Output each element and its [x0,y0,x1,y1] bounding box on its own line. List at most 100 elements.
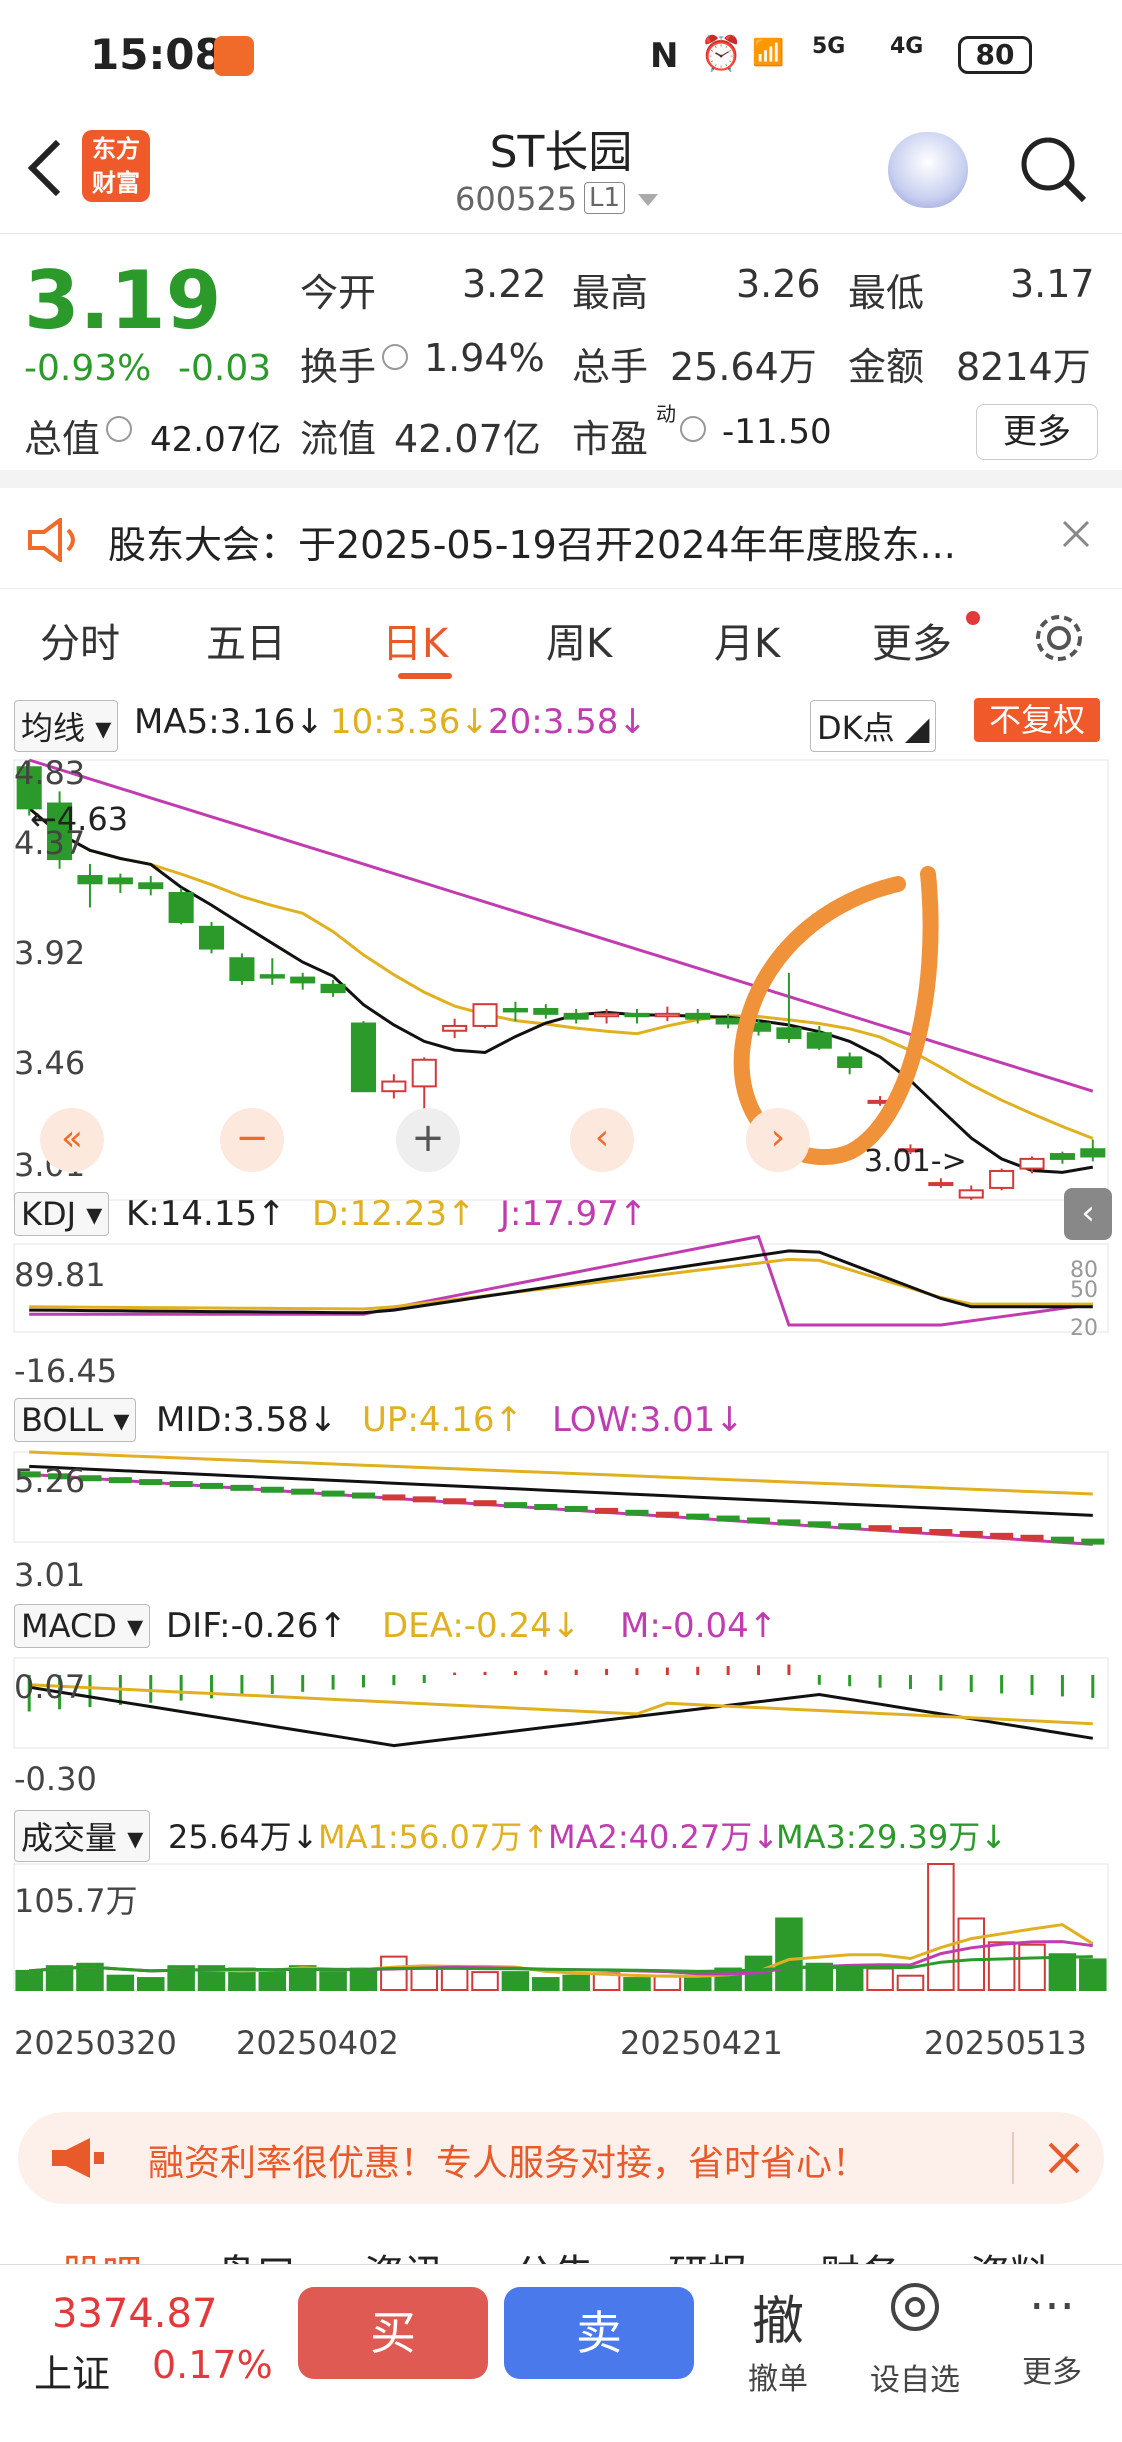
kdj-select[interactable]: KDJ ▾ [14,1192,110,1236]
kdj-y-top: 89.81 [14,1256,106,1294]
zoom-out-icon[interactable]: − [220,1108,284,1172]
index-name: 上证 [34,2352,111,2396]
boll-candle [412,1496,436,1503]
kdj-level-20: 20 [1070,1316,1098,1341]
low-label: 最低 [848,271,925,315]
macd-select-label: MACD [21,1607,117,1645]
buy-button[interactable]: 买 [298,2287,488,2379]
scroll-left-icon[interactable]: ‹ [570,1108,634,1172]
boll-candle [321,1490,345,1497]
kline-chart-area: 均线 ▾ MA5:3.16↓ 10:3.36↓ 20:3.58↓ DK点 ◢ 不… [0,688,1122,2088]
candle-body [776,1027,802,1040]
boll-select[interactable]: BOLL ▾ [14,1398,137,1442]
boll-mid-label: MID:3.58↓ [156,1400,338,1440]
macd-y-top: 0.07 [14,1668,86,1706]
volume-select[interactable]: 成交量 ▾ [14,1810,151,1862]
sell-button[interactable]: 卖 [504,2287,694,2379]
candle-body [563,1012,589,1020]
level-badge[interactable]: L1 [584,182,626,214]
boll-candle [382,1494,406,1501]
scroll-right-icon[interactable]: › [746,1108,810,1172]
cancel-order-button[interactable]: 撤 撤单 [728,2279,828,2398]
turnover-label: 换手 [300,345,377,389]
tab-5day[interactable]: 五日 [206,611,286,669]
zoom-in-icon[interactable]: + [396,1108,460,1172]
volume-bar [532,1977,560,1991]
kdj-j-label: J:17.97↑ [500,1194,648,1234]
search-icon[interactable] [1018,134,1090,206]
promo-banner[interactable]: 融资利率很优惠！专人服务对接，省时省心！ [18,2112,1104,2204]
candle-body [624,1012,650,1018]
app-notification-icon [214,36,254,76]
boll-candle [959,1530,983,1537]
more-button[interactable]: 更多 [976,404,1098,460]
candle-body [1049,1153,1075,1160]
volume-ma3-label: MA3:29.39万↓ [776,1818,1008,1856]
index-value[interactable]: 3374.87 [52,2291,217,2337]
macd-select[interactable]: MACD ▾ [14,1604,151,1648]
volume-bar [957,1917,986,1991]
boll-candle [777,1519,801,1526]
tab-pankou[interactable]: 盘口 [216,2242,296,2264]
volume-bar [258,1971,287,1992]
add-watchlist-button[interactable]: 设自选 [860,2279,970,2399]
chevron-down-icon[interactable] [636,192,660,208]
tab-profile[interactable]: 资料 [970,2242,1050,2264]
index-pct: 0.17% [152,2343,273,2387]
last-price: 3.19 [24,254,222,347]
notice-bar[interactable]: 股东大会：于2025-05-19召开2024年年度股东... [0,488,1122,588]
kdj-select-label: KDJ [21,1195,77,1233]
volume-bar [866,1967,894,1992]
more-dots-icon: ··· [1029,2279,1075,2335]
tab-weekly-k[interactable]: 周K [546,611,612,669]
boll-candle [169,1481,193,1487]
kline-canvas[interactable] [0,752,1122,2152]
info-icon[interactable] [382,344,408,370]
boll-candle [655,1511,679,1518]
close-icon[interactable] [1046,2140,1082,2176]
tab-guba[interactable]: 股吧 [62,2242,142,2264]
network-5g-label: 5G [812,34,846,59]
volume-bar [349,1967,378,1992]
promo-text: 融资利率很优惠！专人服务对接，省时省心！ [148,2143,869,2184]
dk-point-select[interactable]: DK点 ◢ [810,700,937,752]
boll-candle [443,1498,467,1505]
settings-gear-icon[interactable] [1032,611,1086,665]
active-tab-indicator [398,673,452,679]
tab-research[interactable]: 研报 [668,2242,748,2264]
volume-bar [501,1971,530,1992]
back-arrow-icon[interactable] [22,136,66,200]
robot-assistant-icon[interactable] [888,132,968,208]
tab-more[interactable]: 更多 [872,611,952,669]
y-tick-label: 4.83 [14,754,86,792]
macd-dea-line [29,1683,1093,1726]
no-adjust-button[interactable]: 不复权 [974,698,1100,742]
info-icon[interactable] [680,416,706,442]
candle-body [259,974,285,979]
tab-news[interactable]: 资讯 [364,2242,444,2264]
kdj-level-50: 50 [1070,1278,1098,1303]
macd-dif-label: DIF:-0.26↑ [166,1606,348,1646]
volume-ma1-label: MA1:56.07万↑ [318,1818,550,1856]
collapse-panel-icon[interactable]: ‹ [1064,1188,1112,1240]
boll-candle [108,1477,132,1484]
candle-body [806,1032,832,1049]
dk-label: DK点 [817,709,895,747]
tab-daily-k[interactable]: 日K [382,611,448,669]
mcap-value: 42.07亿 [150,420,282,460]
float-label: 流值 [300,417,377,461]
change-amount: -0.03 [178,348,272,389]
period-tabs: 分时 五日 日K 周K 月K 更多 [0,588,1122,688]
ma-select[interactable]: 均线 ▾ [14,700,119,752]
low-value: 3.17 [1010,262,1095,306]
tab-finance[interactable]: 财务 [820,2242,900,2264]
close-icon[interactable] [1060,518,1092,550]
candle-body [989,1169,1015,1189]
info-icon[interactable] [106,416,132,442]
tab-intraday[interactable]: 分时 [40,611,120,669]
tab-announcement[interactable]: 公告 [514,2242,594,2264]
tab-monthly-k[interactable]: 月K [714,611,780,669]
boll-candle [746,1517,771,1524]
scroll-far-left-icon[interactable]: « [40,1108,104,1172]
more-actions-button[interactable]: ··· 更多 [1002,2279,1102,2391]
